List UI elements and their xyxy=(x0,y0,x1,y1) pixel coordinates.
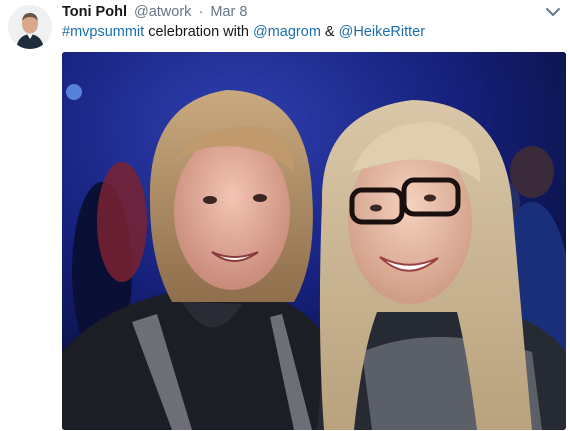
tweet-header: Toni Pohl @atwork · Mar 8 xyxy=(62,3,247,21)
tweet-text-joiner: & xyxy=(320,24,339,40)
tweet: Toni Pohl @atwork · Mar 8 #mvpsummit cel… xyxy=(0,0,570,431)
avatar[interactable] xyxy=(8,5,52,49)
chevron-down-icon[interactable] xyxy=(544,3,562,21)
hashtag-link[interactable]: #mvpsummit xyxy=(62,24,144,40)
mention-link-magrom[interactable]: @magrom xyxy=(253,24,321,40)
author-name[interactable]: Toni Pohl xyxy=(62,4,127,20)
author-handle[interactable]: @atwork xyxy=(134,4,191,20)
tweet-text-middle: celebration with xyxy=(144,24,253,40)
tweet-date[interactable]: Mar 8 xyxy=(210,4,247,20)
tweet-text: #mvpsummit celebration with @magrom & @H… xyxy=(62,23,425,41)
separator-dot: · xyxy=(198,4,204,20)
tweet-photo[interactable] xyxy=(62,52,566,430)
mention-link-heikeritter[interactable]: @HeikeRitter xyxy=(339,24,425,40)
